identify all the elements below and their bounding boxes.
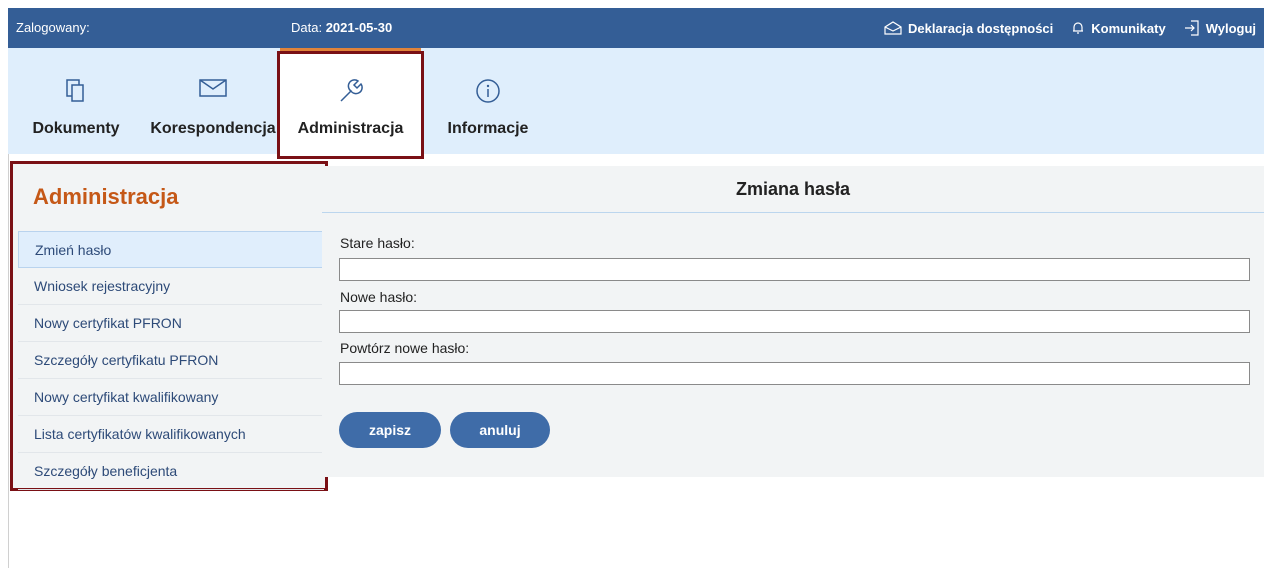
logout-icon <box>1184 20 1200 36</box>
top-bar: Zalogowany: Data: 2021-05-30 Deklaracja … <box>8 8 1264 48</box>
bell-icon <box>1071 21 1085 35</box>
repeat-password-field[interactable] <box>339 362 1250 385</box>
tab-information[interactable]: Informacje <box>440 48 536 154</box>
accessibility-label: Deklaracja dostępności <box>908 20 1054 36</box>
cancel-button[interactable]: anuluj <box>450 412 550 448</box>
sidebar-item-qualified-cert-list[interactable]: Lista certyfikatów kwalifikowanych <box>18 416 324 453</box>
info-icon <box>475 78 501 109</box>
logout-link[interactable]: Wyloguj <box>1184 20 1256 36</box>
envelope-open-icon <box>884 21 902 35</box>
sidebar-item-new-pfron-cert[interactable]: Nowy certyfikat PFRON <box>18 305 324 342</box>
tab-information-label: Informacje <box>447 120 529 137</box>
old-password-label: Stare hasło: <box>340 235 415 251</box>
date-label: Data: <box>291 20 323 35</box>
envelope-icon <box>199 78 227 103</box>
tab-administration[interactable]: Administracja <box>280 48 421 154</box>
tab-documents[interactable]: Dokumenty <box>14 48 138 154</box>
new-password-field[interactable] <box>339 310 1250 333</box>
sidebar: Administracja Zmień hasło Wniosek rejest… <box>10 161 328 491</box>
sidebar-item-registration[interactable]: Wniosek rejestracyjny <box>18 268 324 305</box>
date-display: Data: 2021-05-30 <box>291 20 392 35</box>
sidebar-item-pfron-cert-details[interactable]: Szczegóły certyfikatu PFRON <box>18 342 324 379</box>
tab-correspondence[interactable]: Korespondencja <box>148 48 278 154</box>
sidebar-item-new-qualified-cert[interactable]: Nowy certyfikat kwalifikowany <box>18 379 324 416</box>
messages-link[interactable]: Komunikaty <box>1071 20 1166 36</box>
page-title: Zmiana hasła <box>322 166 1264 213</box>
sidebar-menu: Zmień hasło Wniosek rejestracyjny Nowy c… <box>18 231 324 490</box>
tab-documents-label: Dokumenty <box>32 120 120 137</box>
main-navigation: Dokumenty Korespondencja Administracja I… <box>8 48 1264 154</box>
logout-label: Wyloguj <box>1205 20 1256 36</box>
sidebar-title: Administracja <box>33 184 179 209</box>
page-left-border <box>8 154 9 568</box>
new-password-label: Nowe hasło: <box>340 289 418 305</box>
messages-label: Komunikaty <box>1091 20 1166 36</box>
tab-correspondence-label: Korespondencja <box>150 120 276 137</box>
change-password-panel: Zmiana hasła Stare hasło: Nowe hasło: Po… <box>322 166 1264 477</box>
repeat-password-label: Powtórz nowe hasło: <box>340 340 470 356</box>
old-password-field[interactable] <box>339 258 1250 281</box>
date-value: 2021-05-30 <box>325 20 393 35</box>
top-bar-actions: Deklaracja dostępności Komunikaty Wylogu… <box>884 20 1256 36</box>
sidebar-item-change-password[interactable]: Zmień hasło <box>18 231 324 268</box>
accessibility-link[interactable]: Deklaracja dostępności <box>884 20 1053 36</box>
documents-icon <box>65 78 87 109</box>
wrench-icon <box>338 78 364 109</box>
sidebar-item-beneficiary-details[interactable]: Szczegóły beneficjenta <box>18 453 324 490</box>
logged-in-label: Zalogowany: <box>16 20 90 35</box>
tab-administration-label: Administracja <box>297 120 404 137</box>
save-button[interactable]: zapisz <box>339 412 441 448</box>
